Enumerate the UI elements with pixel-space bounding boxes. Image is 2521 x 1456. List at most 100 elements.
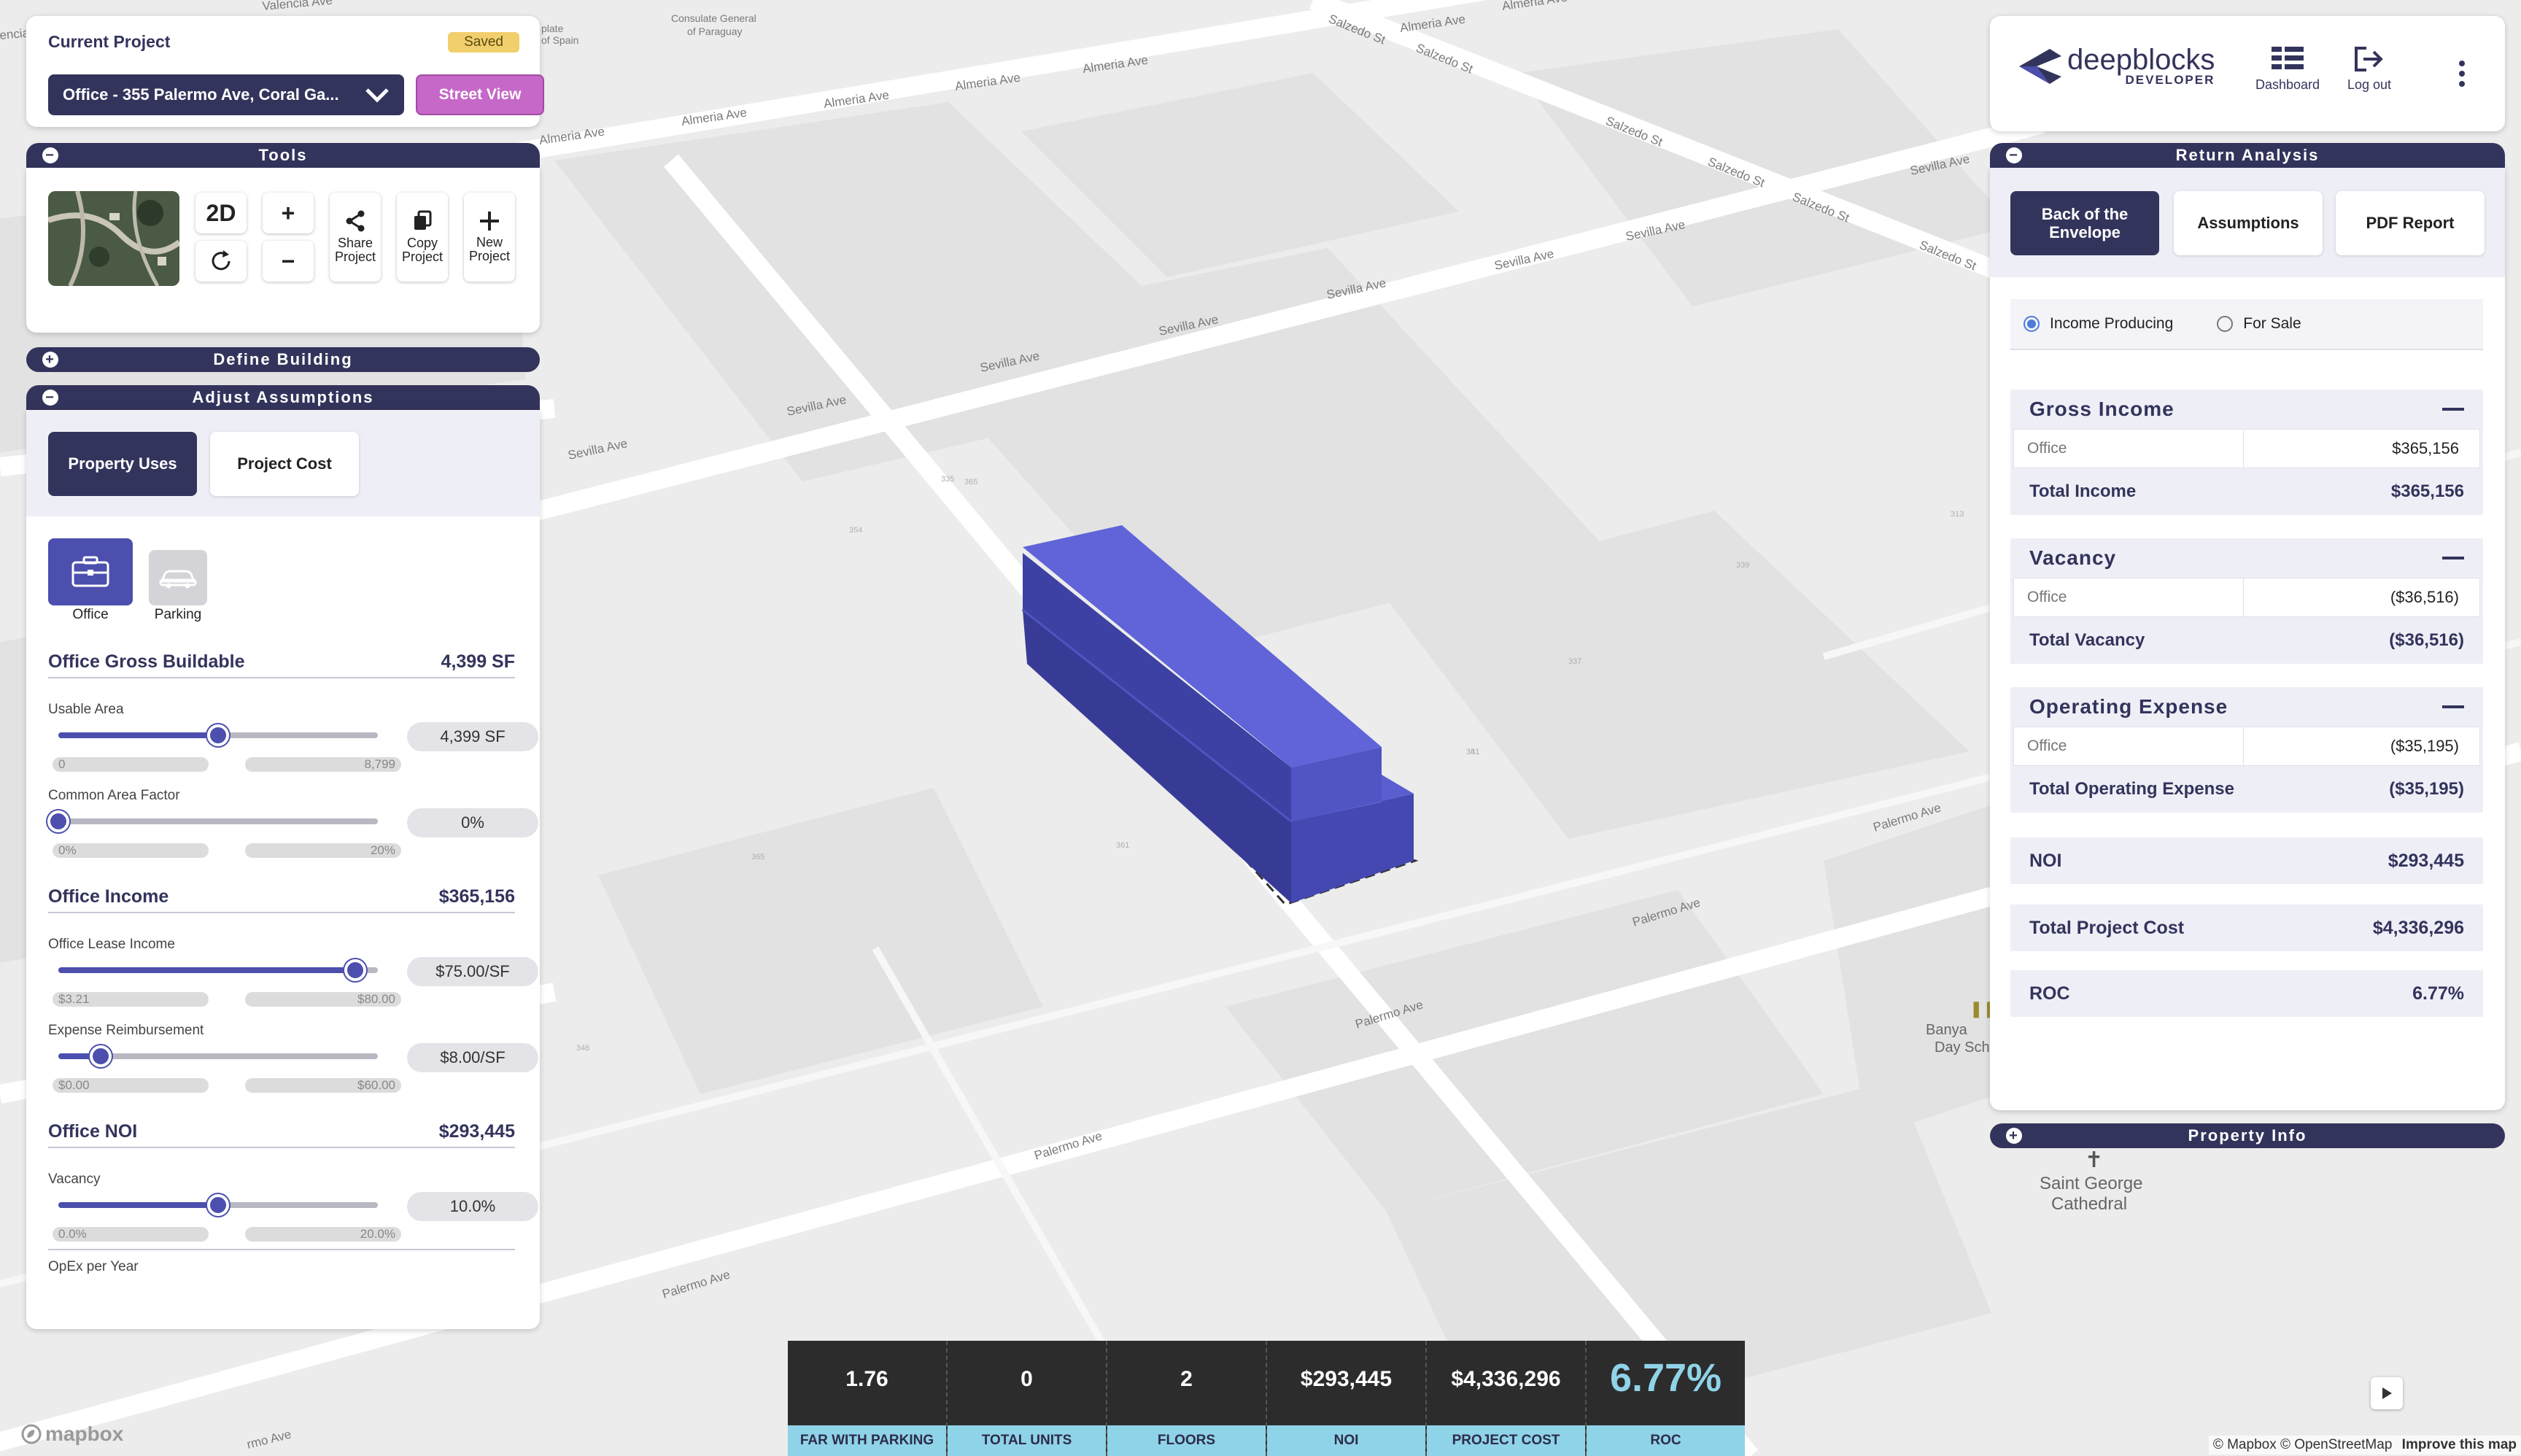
zoom-in-button[interactable]: + <box>263 193 314 233</box>
property-info-title: Property Info <box>2188 1126 2307 1145</box>
common-area-factor-value[interactable]: 0% <box>407 808 538 837</box>
dashboard-button[interactable]: Dashboard <box>2255 45 2320 93</box>
operating-expense-row: Office ($35,195) <box>2013 727 2480 766</box>
slider-min: 0% <box>53 843 209 858</box>
define-building-header[interactable]: + Define Building <box>26 347 540 372</box>
collapse-icon[interactable] <box>2442 557 2464 559</box>
mapbox-logo-icon <box>21 1424 42 1444</box>
svg-text:361: 361 <box>1116 841 1129 850</box>
total-operating-expense-row: Total Operating Expense ($35,195) <box>2029 779 2464 799</box>
stat-roc: 6.77% ROC <box>1587 1341 1745 1456</box>
chevron-down-icon <box>365 88 389 103</box>
deepblocks-logo-icon <box>2019 49 2061 84</box>
deepblocks-logo[interactable]: deepblocks DEVELOPER <box>2016 45 2215 88</box>
usable-area-slider[interactable] <box>58 724 378 746</box>
2d-toggle-button[interactable]: 2D <box>195 193 247 233</box>
office-lease-income-value[interactable]: $75.00/SF <box>407 957 538 986</box>
use-parking-button[interactable] <box>149 550 207 605</box>
usable-area-value[interactable]: 4,399 SF <box>407 722 538 751</box>
collapse-icon[interactable] <box>2442 408 2464 411</box>
slider-min: 0.0% <box>53 1227 209 1242</box>
expand-icon[interactable]: + <box>42 352 58 368</box>
radio-selected-icon <box>2024 316 2040 332</box>
slider-handle[interactable] <box>90 1045 112 1067</box>
tab-property-uses[interactable]: Property Uses <box>48 432 197 496</box>
slider-handle[interactable] <box>207 724 229 746</box>
mapbox-logo[interactable]: mapbox <box>20 1422 123 1446</box>
divider <box>48 1249 515 1250</box>
office-income-header: Office Income $365,156 <box>48 881 515 913</box>
tab-back-of-envelope[interactable]: Back of the Envelope <box>2010 191 2159 255</box>
stat-total-units: 0 TOTAL UNITS <box>948 1341 1107 1456</box>
project-select[interactable]: Office - 355 Palermo Ave, Coral Ga... <box>48 74 404 115</box>
radio-income-producing[interactable]: Income Producing <box>2024 315 2173 333</box>
zoom-out-button[interactable]: − <box>263 241 314 282</box>
svg-text:Saint George: Saint George <box>2040 1174 2142 1193</box>
common-area-factor-slider[interactable] <box>47 810 378 832</box>
expense-reimbursement-slider[interactable] <box>58 1045 378 1067</box>
adjust-assumptions-header[interactable]: − Adjust Assumptions <box>26 385 540 410</box>
gross-income-row: Office $365,156 <box>2013 429 2480 468</box>
rotate-button[interactable] <box>195 241 247 282</box>
stat-project-cost: $4,336,296 PROJECT COST <box>1427 1341 1587 1456</box>
svg-text:339: 339 <box>1736 561 1749 570</box>
current-project-panel: Current Project Saved Office - 355 Paler… <box>26 16 544 127</box>
expense-reimbursement-label: Expense Reimbursement <box>48 1023 204 1038</box>
svg-text:354: 354 <box>849 526 862 535</box>
tools-panel: 2D + − Share Project Copy Project New Pr… <box>26 168 540 333</box>
slider-handle[interactable] <box>344 959 367 981</box>
collapse-icon[interactable] <box>2442 705 2464 708</box>
church-icon: ✝ <box>2085 1147 2103 1173</box>
tab-project-cost[interactable]: Project Cost <box>210 432 359 496</box>
improve-map-link[interactable]: Improve this map <box>2402 1437 2517 1452</box>
stat-floors: 2 FLOORS <box>1107 1341 1267 1456</box>
expense-reimbursement-value[interactable]: $8.00/SF <box>407 1043 538 1072</box>
slider-max: $60.00 <box>245 1078 401 1093</box>
street-view-button[interactable]: Street View <box>416 74 544 115</box>
use-office-button[interactable] <box>48 538 133 605</box>
return-analysis-header[interactable]: − Return Analysis <box>1990 143 2505 168</box>
use-office-label: Office <box>72 607 109 622</box>
svg-text:plate: plate <box>541 23 564 34</box>
svg-text:335: 335 <box>941 475 954 484</box>
expand-icon[interactable]: + <box>2006 1128 2022 1144</box>
vacancy-slider[interactable] <box>58 1194 378 1216</box>
tab-assumptions[interactable]: Assumptions <box>2174 191 2323 255</box>
total-income-row: Total Income $365,156 <box>2029 481 2464 501</box>
collapse-icon[interactable]: − <box>42 147 58 163</box>
svg-text:341: 341 <box>1466 748 1479 756</box>
satellite-thumbnail[interactable] <box>48 191 179 286</box>
plus-icon: + <box>281 200 295 226</box>
tools-header[interactable]: − Tools <box>26 143 540 168</box>
vacancy-value[interactable]: 10.0% <box>407 1192 538 1221</box>
slider-max: 8,799 <box>245 757 401 772</box>
logo-wordmark: deepblocks <box>2067 44 2215 76</box>
use-parking-label: Parking <box>154 607 202 622</box>
pointer-icon <box>2382 1387 2392 1399</box>
share-project-button[interactable]: Share Project <box>330 193 381 282</box>
usable-area-label: Usable Area <box>48 702 124 717</box>
car-icon <box>159 570 197 589</box>
copy-project-button[interactable]: Copy Project <box>397 193 448 282</box>
property-info-header[interactable]: + Property Info <box>1990 1123 2505 1148</box>
stat-far-with-parking: 1.76 FAR WITH PARKING <box>788 1341 948 1456</box>
slider-handle[interactable] <box>47 810 69 832</box>
radio-for-sale[interactable]: For Sale <box>2217 315 2301 333</box>
collapse-icon[interactable]: − <box>2006 147 2022 163</box>
return-analysis-title: Return Analysis <box>2175 146 2320 164</box>
more-menu-icon[interactable] <box>2458 60 2466 88</box>
slider-max: 20.0% <box>245 1227 401 1242</box>
stat-noi: $293,445 NOI <box>1267 1341 1427 1456</box>
tab-pdf-report[interactable]: PDF Report <box>2336 191 2485 255</box>
slider-handle[interactable] <box>207 1194 229 1216</box>
dashboard-icon <box>2272 47 2304 69</box>
compass-button[interactable] <box>2371 1377 2403 1409</box>
income-type-radio-group: Income Producing For Sale <box>2010 299 2483 350</box>
project-select-value: Office - 355 Palermo Ave, Coral Ga... <box>63 85 339 104</box>
vacancy-row: Office ($36,516) <box>2013 578 2480 617</box>
logout-button[interactable]: Log out <box>2347 45 2391 93</box>
office-lease-income-slider[interactable] <box>58 959 378 981</box>
collapse-icon[interactable]: − <box>42 390 58 406</box>
svg-text:365: 365 <box>964 478 977 487</box>
new-project-button[interactable]: New Project <box>464 193 515 282</box>
